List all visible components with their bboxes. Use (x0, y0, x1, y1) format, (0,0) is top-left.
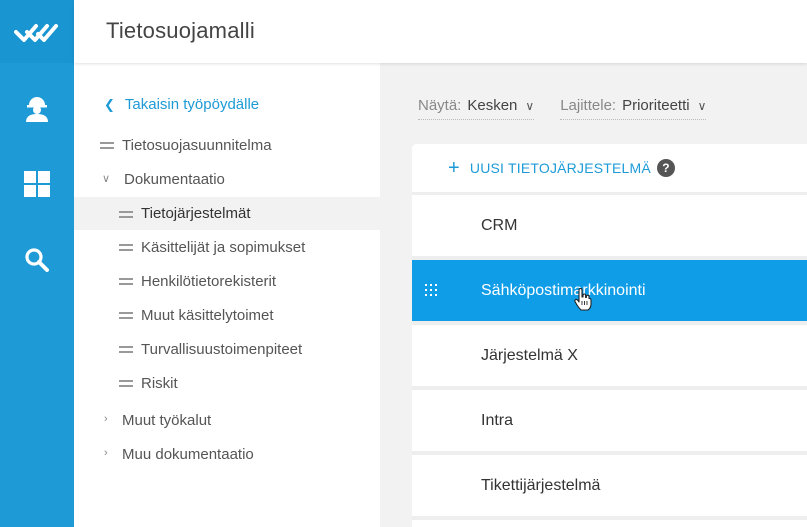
app-rail (0, 0, 74, 527)
sidebar-item-tietojarjestelmat[interactable]: Tietojärjestelmät (74, 197, 380, 230)
sidebar-item-label: Käsittelijät ja sopimukset (141, 238, 306, 256)
sidebar-item-label: Dokumentaatio (124, 170, 225, 188)
list-toolbar: Näytä: Kesken ∨ Lajittele: Prioriteetti … (418, 92, 732, 120)
new-system-button[interactable]: + UUSI TIETOJÄRJESTELMÄ ? (412, 144, 807, 192)
sidebar-item-henkilotietorekisterit[interactable]: Henkilötietorekisterit (119, 266, 276, 296)
sidebar-item-label: Riskit (141, 374, 178, 392)
worker-icon[interactable] (0, 78, 74, 138)
sidebar-item-label: Muut työkalut (122, 411, 212, 429)
list-item[interactable]: Järjestelmä X (412, 325, 807, 386)
system-list: + UUSI TIETOJÄRJESTELMÄ ? CRM Sähköposti… (412, 144, 807, 527)
equals-icon (119, 240, 133, 254)
sort-label: Lajittele: (560, 97, 617, 114)
show-filter-dropdown[interactable]: Näytä: Kesken ∨ (418, 92, 535, 120)
plus-icon: + (448, 157, 460, 179)
list-item[interactable] (412, 520, 807, 527)
chevron-left-icon: ❮ (104, 96, 115, 112)
equals-icon (119, 342, 133, 356)
sidebar-item-label: Henkilötietorekisterit (141, 272, 277, 290)
sidebar-item-label: Turvallisuustoimenpiteet (141, 340, 303, 358)
sort-value: Prioriteetti (622, 97, 690, 114)
show-filter-label: Näytä: (418, 97, 462, 114)
sidebar-item-tietosuojasuunnitelma[interactable]: Tietosuojasuunnitelma (100, 130, 272, 160)
back-to-dashboard-link[interactable]: ❮ Takaisin työpöydälle (104, 96, 259, 113)
sidebar-item-label: Muut käsittelytoimet (141, 306, 274, 324)
list-item-label: Tikettijärjestelmä (481, 476, 601, 494)
hand-cursor-icon (574, 288, 592, 311)
back-link-label: Takaisin työpöydälle (124, 96, 260, 113)
list-item-label: Sähköpostimarkkinointi (481, 281, 646, 299)
sidebar-item-label: Muu dokumentaatio (122, 445, 254, 463)
logo-icon[interactable] (0, 0, 74, 63)
chevron-right-icon: › (104, 413, 108, 425)
list-item[interactable]: Tikettijärjestelmä (412, 455, 807, 516)
sidebar-item-label: Tietosuojasuunnitelma (122, 136, 272, 154)
list-item-selected[interactable]: Sähköpostimarkkinointi (412, 260, 807, 321)
dashboard-icon[interactable] (0, 154, 74, 214)
sort-dropdown[interactable]: Lajittele: Prioriteetti ∨ (560, 92, 707, 120)
drag-handle-icon[interactable] (425, 284, 437, 296)
list-item[interactable]: CRM (412, 195, 807, 256)
top-header: Tietosuojamalli (74, 0, 807, 63)
equals-icon (119, 308, 133, 322)
list-item-label: CRM (481, 216, 518, 234)
chevron-right-icon: › (104, 447, 108, 459)
sidebar-item-label: Tietojärjestelmät (141, 205, 251, 222)
search-icon[interactable] (0, 230, 74, 290)
list-item-label: Intra (481, 411, 514, 429)
equals-icon (119, 376, 133, 390)
show-filter-value: Kesken (467, 97, 518, 114)
new-system-label: UUSI TIETOJÄRJESTELMÄ (469, 160, 651, 176)
sidebar-item-turvallisuustoimenpiteet[interactable]: Turvallisuustoimenpiteet (119, 334, 302, 364)
sidebar-item-muut-kasittelytoimet[interactable]: Muut käsittelytoimet (119, 300, 274, 330)
equals-icon (119, 207, 133, 221)
equals-icon (119, 274, 133, 288)
sidebar-item-muut-tyokalut[interactable]: › Muut työkalut (104, 405, 211, 435)
chevron-down-icon: ∨ (697, 98, 707, 113)
chevron-down-icon: ∨ (102, 173, 111, 185)
chevron-down-icon: ∨ (525, 98, 535, 113)
sidebar-item-kasittelijat[interactable]: Käsittelijät ja sopimukset (119, 232, 305, 262)
sidebar-item-muu-dokumentaatio[interactable]: › Muu dokumentaatio (104, 439, 254, 469)
list-item-label: Järjestelmä X (481, 346, 578, 364)
sidebar-item-riskit[interactable]: Riskit (119, 368, 178, 398)
list-item[interactable]: Intra (412, 390, 807, 451)
equals-icon (100, 138, 114, 152)
sidebar-item-dokumentaatio[interactable]: ∨ Dokumentaatio (102, 164, 225, 194)
sidebar: ❮ Takaisin työpöydälle Tietosuojasuunnit… (74, 63, 380, 527)
help-icon[interactable]: ? (656, 159, 675, 177)
page-title: Tietosuojamalli (106, 18, 255, 43)
